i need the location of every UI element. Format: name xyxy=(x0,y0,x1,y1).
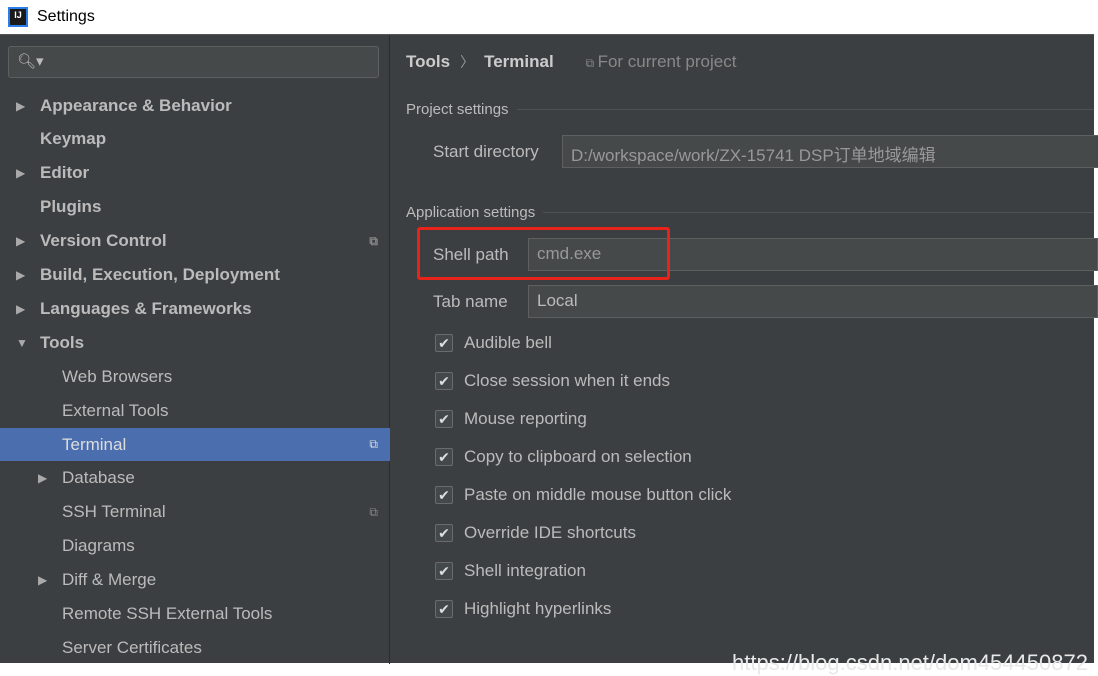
checkbox-option[interactable]: ✔ Override IDE shortcuts xyxy=(435,523,636,543)
sidebar-item-label: Editor xyxy=(40,163,90,183)
tab-name-label: Tab name xyxy=(433,292,508,311)
sidebar-item[interactable]: ▶ Database xyxy=(0,462,390,495)
checkbox-label: Close session when it ends xyxy=(464,371,671,390)
collapsed-arrow-icon[interactable]: ▶ xyxy=(38,471,47,485)
settings-window: 🔍︎▾ ▶ Appearance & Behavior Keymap ▶ Editor P… xyxy=(0,34,1098,664)
sidebar-item[interactable]: ▶ Build, Execution, Deployment xyxy=(0,259,390,292)
window-title: Settings xyxy=(37,7,95,25)
checkbox[interactable]: ✔ xyxy=(435,486,453,504)
sidebar-item[interactable]: ▶ Diff & Merge xyxy=(0,564,390,597)
breadcrumb-separator: 〉 xyxy=(460,54,475,70)
collapsed-arrow-icon[interactable]: ▶ xyxy=(16,234,25,248)
main-panel: Tools 〉 Terminal ⧉ For current project P… xyxy=(391,35,1098,664)
checkbox-option[interactable]: ✔ Mouse reporting xyxy=(435,409,587,429)
breadcrumb: Tools 〉 Terminal ⧉ For current project xyxy=(406,52,736,72)
expanded-arrow-icon[interactable]: ▼ xyxy=(16,336,28,350)
checkbox[interactable]: ✔ xyxy=(435,524,453,542)
checkbox[interactable]: ✔ xyxy=(435,372,453,390)
start-directory-label: Start directory xyxy=(433,142,539,161)
checkbox-label: Override IDE shortcuts xyxy=(464,523,636,542)
sidebar-item-label: SSH Terminal xyxy=(62,502,166,522)
checkbox-option[interactable]: ✔ Shell integration xyxy=(435,561,586,581)
sidebar-item[interactable]: Web Browsers xyxy=(0,360,390,393)
collapsed-arrow-icon[interactable]: ▶ xyxy=(16,166,25,180)
app-logo-icon: IJ xyxy=(8,6,28,27)
project-scope-icon: ⧉ xyxy=(585,56,598,70)
checkbox[interactable]: ✔ xyxy=(435,448,453,466)
sidebar-item-label: External Tools xyxy=(62,400,169,420)
sidebar-item[interactable]: Diagrams xyxy=(0,530,390,563)
sidebar-item-label: Tools xyxy=(40,332,85,352)
sidebar-item[interactable]: Terminal ⧉ xyxy=(0,428,390,461)
checkbox[interactable]: ✔ xyxy=(435,334,453,352)
sidebar-item-label: Terminal xyxy=(62,434,127,454)
checkbox[interactable]: ✔ xyxy=(435,600,453,618)
application-settings-group: Application settings xyxy=(406,204,1094,221)
sidebar-item[interactable]: ▶ Appearance & Behavior xyxy=(0,89,390,122)
sidebar-item[interactable]: ▶ Languages & Frameworks xyxy=(0,292,390,325)
checkbox-label: Copy to clipboard on selection xyxy=(464,447,692,466)
checkbox-label: Shell integration xyxy=(464,561,586,580)
collapsed-arrow-icon[interactable]: ▶ xyxy=(16,302,25,316)
sidebar-item[interactable]: SSH Terminal ⧉ xyxy=(0,496,390,529)
breadcrumb-tools[interactable]: Tools xyxy=(406,52,450,72)
sidebar-item-label: Diff & Merge xyxy=(62,570,157,590)
checkbox-option[interactable]: ✔ Close session when it ends xyxy=(435,371,670,391)
sidebar-item-label: Plugins xyxy=(40,197,102,217)
project-scope-icon: ⧉ xyxy=(369,233,378,248)
checkbox-label: Audible bell xyxy=(464,333,552,352)
sidebar-item-label: Server Certificates xyxy=(62,637,202,657)
checkbox-option[interactable]: ✔ Highlight hyperlinks xyxy=(435,599,611,619)
scope-label: ⧉ For current project xyxy=(585,52,737,71)
sidebar-item-label: Languages & Frameworks xyxy=(40,298,252,318)
sidebar-item[interactable]: External Tools xyxy=(0,394,390,427)
checkbox-label: Paste on middle mouse button click xyxy=(464,485,732,504)
collapsed-arrow-icon[interactable]: ▶ xyxy=(16,99,25,113)
title-bar: IJ Settings xyxy=(0,0,1098,33)
search-input[interactable]: 🔍︎▾ xyxy=(8,46,379,78)
sidebar-item[interactable]: Keymap xyxy=(0,123,390,156)
checkbox[interactable]: ✔ xyxy=(435,410,453,428)
checkbox-option[interactable]: ✔ Paste on middle mouse button click xyxy=(435,485,731,505)
sidebar-item-label: Build, Execution, Deployment xyxy=(40,265,280,284)
start-directory-field[interactable]: D:/workspace/work/ZX-15741 DSP订单地域编辑 xyxy=(562,135,1098,168)
breadcrumb-terminal: Terminal xyxy=(484,52,554,71)
watermark: https://blog.csdn.net/dom454450872 xyxy=(732,650,1088,675)
collapsed-arrow-icon[interactable]: ▶ xyxy=(38,573,47,587)
sidebar-item[interactable]: ▶ Editor xyxy=(0,157,390,190)
sidebar-item[interactable]: Server Certificates xyxy=(0,631,390,664)
sidebar-item[interactable]: ▶ Version Control ⧉ xyxy=(0,225,390,258)
checkbox[interactable]: ✔ xyxy=(435,562,453,580)
sidebar-item-label: Database xyxy=(62,468,135,488)
project-settings-group: Project settings xyxy=(406,101,1094,118)
checkbox-label: Mouse reporting xyxy=(464,409,587,428)
sidebar-item-label: Remote SSH External Tools xyxy=(62,604,273,623)
sidebar-item-label: Keymap xyxy=(40,129,107,149)
project-scope-icon: ⧉ xyxy=(369,504,378,519)
sidebar-item[interactable]: Plugins xyxy=(0,191,390,224)
sidebar-item-label: Diagrams xyxy=(62,536,135,556)
sidebar-item-label: Appearance & Behavior xyxy=(40,95,232,115)
checkbox-label: Highlight hyperlinks xyxy=(464,599,612,618)
sidebar: 🔍︎▾ ▶ Appearance & Behavior Keymap ▶ Editor P… xyxy=(0,35,390,664)
sidebar-item-label: Version Control xyxy=(40,231,167,251)
tab-name-field[interactable]: Local xyxy=(528,285,1098,318)
collapsed-arrow-icon[interactable]: ▶ xyxy=(16,268,25,282)
sidebar-item-label: Web Browsers xyxy=(62,366,173,386)
checkbox-option[interactable]: ✔ Copy to clipboard on selection xyxy=(435,447,692,467)
search-icon: 🔍︎▾ xyxy=(17,53,44,70)
sidebar-item[interactable]: ▼ Tools xyxy=(0,326,390,359)
project-scope-icon: ⧉ xyxy=(369,437,378,451)
sidebar-item[interactable]: Remote SSH External Tools xyxy=(0,598,390,631)
checkbox-option[interactable]: ✔ Audible bell xyxy=(435,333,552,353)
highlight-box xyxy=(417,227,670,280)
